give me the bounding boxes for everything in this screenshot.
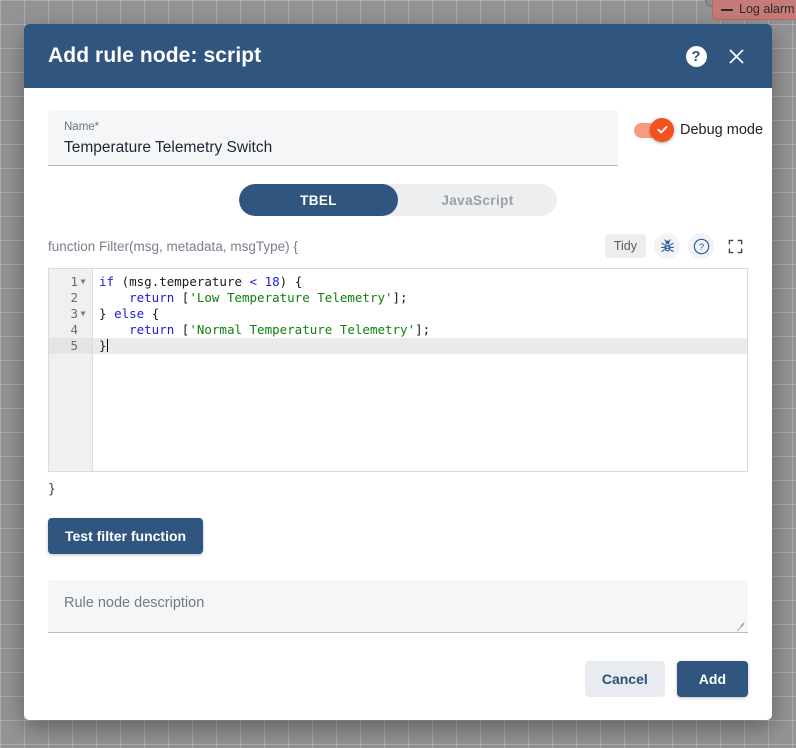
name-and-debug-row: Name* Temperature Telemetry Switch Debug… [48, 110, 763, 166]
debug-mode-label: Debug mode [680, 122, 764, 138]
editor-code-line: } else { [99, 306, 160, 321]
tab-tbel[interactable]: TBEL [239, 184, 398, 216]
name-field[interactable]: Name* Temperature Telemetry Switch [48, 110, 618, 166]
add-rule-node-dialog: Add rule node: script ? Name* Temperatur… [24, 24, 772, 720]
name-input[interactable]: Temperature Telemetry Switch [64, 137, 602, 159]
editor-line-number: 3 ▼ [49, 306, 92, 322]
editor-line-number: 1 ▼ [49, 274, 92, 290]
test-filter-function-button[interactable]: Test filter function [48, 518, 204, 554]
editor-line-number: 5▼ [49, 338, 92, 354]
resize-handle[interactable] [735, 619, 745, 629]
bug-icon [660, 238, 674, 252]
language-tab-group: TBEL JavaScript [48, 184, 748, 216]
text-caret [106, 339, 108, 352]
help-button[interactable]: ? [676, 36, 716, 76]
fullscreen-icon [728, 239, 742, 253]
editor-code-line: } [93, 338, 747, 354]
fullscreen-button[interactable] [722, 233, 748, 259]
dialog-title: Add rule node: script [48, 44, 262, 67]
editor-line-number: 4▼ [70, 322, 78, 337]
description-input[interactable]: Rule node description [64, 595, 732, 611]
tab-javascript[interactable]: JavaScript [398, 184, 557, 216]
editor-code-line: return ['Normal Temperature Telemetry']; [129, 322, 431, 337]
add-button[interactable]: Add [676, 661, 748, 697]
fold-arrow-icon[interactable]: ▼ [78, 274, 88, 290]
close-icon [728, 48, 744, 64]
name-field-label: Name* [64, 121, 100, 133]
rule-node-link-dash [721, 9, 733, 11]
background-rule-node-label: Log alarm [739, 2, 795, 16]
fold-arrow-icon[interactable]: ▼ [78, 306, 88, 322]
dialog-header: Add rule node: script ? [24, 24, 772, 88]
check-icon [656, 125, 668, 134]
help-circle-icon: ? [693, 238, 709, 254]
editor-code-line: return ['Low Temperature Telemetry']; [129, 290, 408, 305]
description-field[interactable]: Rule node description [48, 580, 748, 633]
debug-mode-switch-track[interactable] [634, 117, 674, 142]
dialog-footer: Cancel Add [24, 654, 772, 720]
function-signature: function Filter(msg, metadata, msgType) … [48, 238, 298, 254]
editor-toolbar: function Filter(msg, metadata, msgType) … [48, 230, 748, 262]
debug-button[interactable] [654, 233, 680, 259]
editor-line-number: 2▼ [70, 290, 78, 305]
svg-text:?: ? [698, 241, 703, 252]
close-button[interactable] [716, 36, 756, 76]
tidy-button[interactable]: Tidy [604, 234, 646, 258]
background-rule-node-log-alarm[interactable]: Log alarm [712, 0, 796, 20]
debug-mode-switch-thumb [650, 117, 674, 142]
code-editor[interactable]: 1▼2▼3▼4▼5▼ if (msg.temperature < 18) { r… [48, 268, 748, 472]
cancel-button[interactable]: Cancel [584, 661, 665, 697]
editor-help-button[interactable]: ? [688, 233, 714, 259]
help-icon: ? [685, 45, 707, 67]
debug-mode-toggle[interactable]: Debug mode [634, 117, 764, 142]
dialog-body: Name* Temperature Telemetry Switch Debug… [24, 88, 772, 654]
editor-code-line: if (msg.temperature < 18) { [99, 274, 303, 289]
function-closing-brace: } [48, 482, 56, 497]
editor-gutter: 1▼2▼3▼4▼5▼ [49, 269, 93, 471]
editor-code-area[interactable]: if (msg.temperature < 18) { return ['Low… [93, 269, 747, 471]
